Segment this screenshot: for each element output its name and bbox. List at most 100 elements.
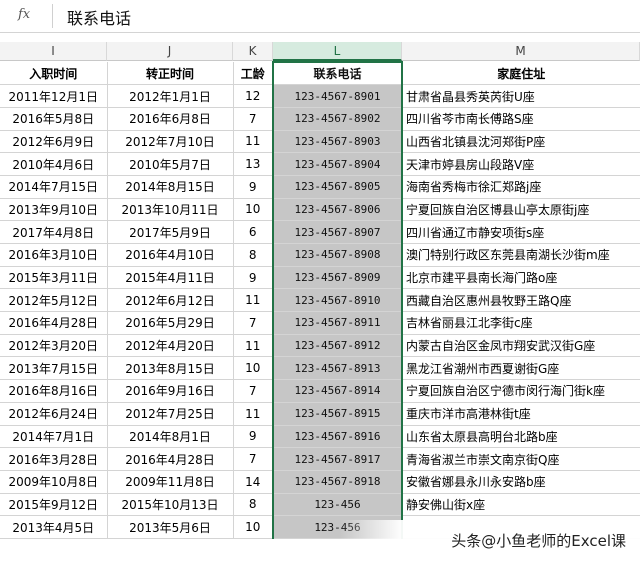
- cell[interactable]: 四川省通辽市静安项街s座: [402, 220, 640, 244]
- header-cell[interactable]: 转正时间: [107, 62, 234, 86]
- cell[interactable]: 2016年8月16日: [0, 379, 108, 403]
- cell[interactable]: 2011年12月1日: [0, 84, 108, 108]
- header-cell[interactable]: 联系电话: [272, 61, 403, 86]
- column-header-j[interactable]: J: [107, 42, 233, 61]
- formula-bar-input[interactable]: 联系电话: [67, 5, 131, 29]
- cell[interactable]: 2012年7月10日: [107, 130, 234, 154]
- cell[interactable]: 2014年7月1日: [0, 425, 108, 449]
- cell[interactable]: 11: [233, 130, 274, 154]
- cell[interactable]: 8: [233, 493, 274, 517]
- cell[interactable]: 2009年11月8日: [107, 470, 234, 494]
- cell[interactable]: 2012年6月24日: [0, 402, 108, 426]
- column-header-i[interactable]: I: [0, 42, 107, 61]
- cell[interactable]: 2014年8月15日: [107, 175, 234, 199]
- cell[interactable]: 7: [233, 447, 274, 471]
- column-header-k[interactable]: K: [233, 42, 273, 61]
- column-header-m[interactable]: M: [402, 42, 640, 61]
- cell[interactable]: 吉林省丽县江北李街c座: [402, 311, 640, 335]
- cell[interactable]: 2016年3月10日: [0, 243, 108, 267]
- cell[interactable]: 123-456: [272, 493, 403, 517]
- cell[interactable]: 天津市婷县房山段路V座: [402, 152, 640, 176]
- cell[interactable]: 2015年4月11日: [107, 266, 234, 290]
- cell[interactable]: 安徽省娜县永川永安路b座: [402, 470, 640, 494]
- cell[interactable]: 海南省秀梅市徐汇郑路j座: [402, 175, 640, 199]
- cell[interactable]: 123-4567-8916: [272, 425, 403, 449]
- cell[interactable]: 2015年3月11日: [0, 266, 108, 290]
- cell[interactable]: 2016年3月28日: [0, 447, 108, 471]
- cell[interactable]: 2016年5月29日: [107, 311, 234, 335]
- cell[interactable]: 西藏自治区惠州县牧野王路Q座: [402, 288, 640, 313]
- cell[interactable]: 123-4567-8915: [272, 402, 403, 426]
- cell[interactable]: 2017年5月9日: [107, 220, 234, 244]
- cell[interactable]: 2013年4月5日: [0, 515, 108, 539]
- cell[interactable]: 2013年10月11日: [107, 198, 234, 222]
- cell[interactable]: 2010年4月6日: [0, 152, 108, 176]
- cell[interactable]: 123-4567-8902: [272, 107, 403, 131]
- cell[interactable]: 123-4567-8908: [272, 243, 403, 267]
- cell[interactable]: 123-4567-8907: [272, 220, 403, 244]
- cell[interactable]: 2012年3月20日: [0, 334, 108, 358]
- cell[interactable]: 宁夏回族自治区宁德市闵行海门街k座: [402, 379, 640, 403]
- cell[interactable]: 重庆市洋市高港林街t座: [402, 402, 640, 426]
- cell[interactable]: 123-4567-8912: [272, 334, 403, 358]
- header-cell[interactable]: 家庭住址: [402, 62, 640, 86]
- cell[interactable]: 123-4567-8905: [272, 175, 403, 199]
- cell[interactable]: 澳门特别行政区东莞县南湖长沙街m座: [402, 243, 640, 267]
- cell[interactable]: 123-4567-8917: [272, 447, 403, 471]
- cell[interactable]: 14: [233, 470, 274, 494]
- cell[interactable]: 123-4567-8918: [272, 470, 403, 494]
- cell[interactable]: 北京市建平县南长海门路o座: [402, 266, 640, 290]
- cell[interactable]: 2012年6月9日: [0, 130, 108, 154]
- cell[interactable]: 四川省芩市南长傅路S座: [402, 107, 640, 131]
- cell[interactable]: 2014年8月1日: [107, 425, 234, 449]
- cell[interactable]: 10: [233, 515, 274, 539]
- cell[interactable]: 2012年4月20日: [107, 334, 234, 358]
- cell[interactable]: 9: [233, 425, 274, 449]
- cell[interactable]: 2015年9月12日: [0, 493, 108, 517]
- cell[interactable]: 12: [233, 84, 274, 108]
- cell[interactable]: 青海省淑兰市崇文南京街Q座: [402, 447, 640, 471]
- cell[interactable]: 2012年1月1日: [107, 84, 234, 108]
- cell[interactable]: 8: [233, 243, 274, 267]
- cell[interactable]: 2012年6月12日: [107, 288, 234, 313]
- cell[interactable]: 123-4567-8906: [272, 198, 403, 222]
- cell[interactable]: 7: [233, 107, 274, 131]
- cell[interactable]: 2016年9月16日: [107, 379, 234, 403]
- cell[interactable]: 黑龙江省潮州市西夏谢街G座: [402, 356, 640, 381]
- cell[interactable]: 2013年5月6日: [107, 515, 234, 539]
- cell[interactable]: 7: [233, 311, 274, 335]
- cell[interactable]: 山西省北镇县沈河郑街P座: [402, 130, 640, 154]
- cell[interactable]: 2012年5月12日: [0, 288, 108, 313]
- cell[interactable]: 2016年4月10日: [107, 243, 234, 267]
- cell[interactable]: 2009年10月8日: [0, 470, 108, 494]
- cell[interactable]: 7: [233, 379, 274, 403]
- cell[interactable]: 13: [233, 152, 274, 176]
- cell[interactable]: 9: [233, 175, 274, 199]
- cell[interactable]: 2017年4月8日: [0, 220, 108, 244]
- cell[interactable]: 山东省太原县高明台北路b座: [402, 425, 640, 449]
- cell[interactable]: 123-4567-8901: [272, 84, 403, 108]
- cell[interactable]: 2016年4月28日: [107, 447, 234, 471]
- header-cell[interactable]: 入职时间: [0, 62, 108, 86]
- cell[interactable]: 内蒙古自治区金凤市翔安武汉街G座: [402, 334, 640, 358]
- cell[interactable]: 2014年7月15日: [0, 175, 108, 199]
- cell[interactable]: 2013年9月10日: [0, 198, 108, 222]
- cell[interactable]: 123-4567-8909: [272, 266, 403, 290]
- cell[interactable]: 2013年8月15日: [107, 356, 234, 381]
- cell[interactable]: 2013年7月15日: [0, 356, 108, 381]
- cell[interactable]: 123-4567-8903: [272, 130, 403, 154]
- cell[interactable]: 2015年10月13日: [107, 493, 234, 517]
- cell[interactable]: 123-4567-8904: [272, 152, 403, 176]
- cell[interactable]: 2012年7月25日: [107, 402, 234, 426]
- header-cell[interactable]: 工龄: [233, 62, 274, 86]
- cell[interactable]: 2016年6月8日: [107, 107, 234, 131]
- cell[interactable]: 123-4567-8914: [272, 379, 403, 403]
- cell[interactable]: 123-4567-8910: [272, 288, 403, 313]
- fx-icon[interactable]: fx: [18, 7, 42, 25]
- cell[interactable]: 11: [233, 402, 274, 426]
- cell[interactable]: 10: [233, 198, 274, 222]
- cell[interactable]: 123-4567-8913: [272, 356, 403, 381]
- cell[interactable]: 11: [233, 334, 274, 358]
- cell[interactable]: 123-4567-8911: [272, 311, 403, 335]
- column-header-l[interactable]: L: [273, 42, 402, 61]
